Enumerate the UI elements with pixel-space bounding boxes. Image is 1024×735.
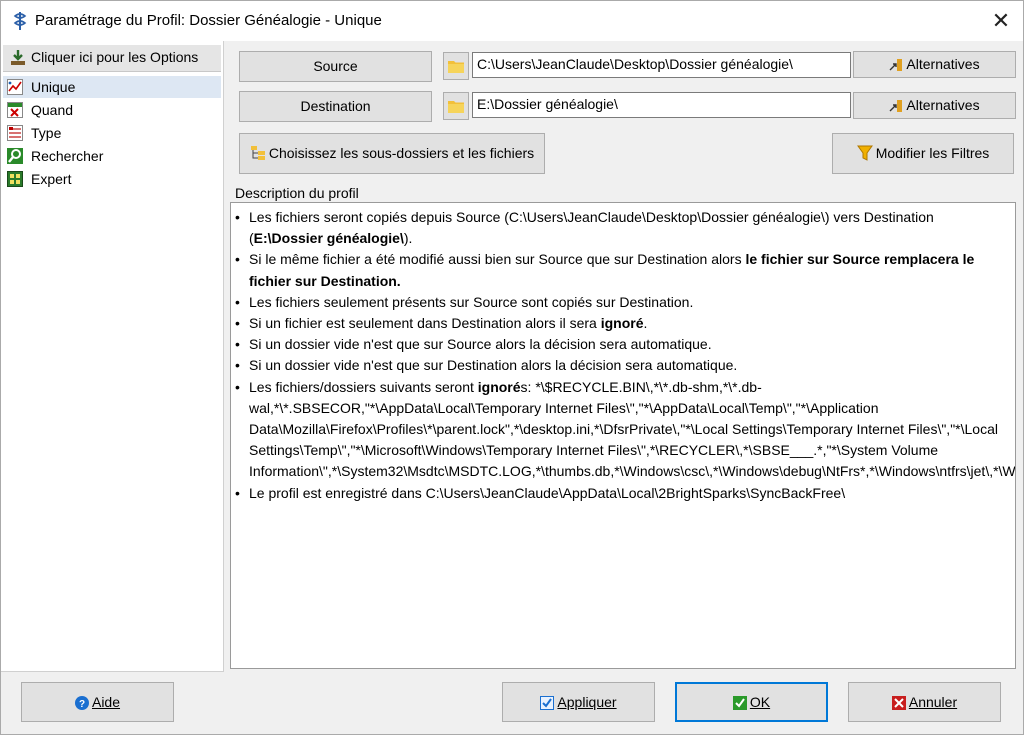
apply-button[interactable]: Appliquer — [502, 682, 655, 722]
source-path-input[interactable]: C:\Users\JeanClaude\Desktop\Dossier géné… — [472, 52, 851, 78]
sidebar-item-rechercher[interactable]: Rechercher — [3, 145, 221, 167]
sidebar-item-label: Type — [31, 125, 62, 141]
description-text: Si le même fichier a été modifié aussi b… — [249, 251, 746, 268]
download-arrow-icon — [11, 50, 25, 65]
title-bar: Paramétrage du Profil: Dossier Généalogi… — [1, 1, 1023, 41]
options-header-label: Cliquer ici pour les Options — [31, 49, 199, 65]
source-alternatives-button[interactable]: Alternatives — [853, 51, 1016, 78]
folder-icon — [448, 101, 464, 113]
description-text: ). — [403, 230, 413, 247]
ok-label: OK — [749, 694, 771, 710]
destination-browse-button[interactable] — [443, 92, 469, 120]
description-text: Si un dossier vide n'est que sur Destina… — [249, 357, 738, 374]
sidebar-item-expert[interactable]: Expert — [3, 168, 221, 190]
check-icon — [732, 696, 747, 710]
sidebar-item-unique[interactable]: Unique — [3, 76, 221, 98]
expert-icon — [7, 171, 23, 187]
syncback-app-icon — [13, 12, 27, 30]
description-text: Les fichiers/dossiers suivants seront — [249, 378, 478, 395]
svg-text:?: ? — [79, 699, 85, 710]
alternatives-icon — [889, 100, 903, 112]
folder-tree-icon — [250, 146, 265, 160]
destination-path-input[interactable]: E:\Dossier généalogie\ — [472, 92, 851, 118]
description-line: Les fichiers seront copiés depuis Source… — [231, 207, 1015, 249]
description-line: Si un dossier vide n'est que sur Source … — [231, 334, 1015, 355]
description-line: Si un dossier vide n'est que sur Destina… — [231, 355, 1015, 376]
unique-icon — [7, 79, 23, 95]
description-line: Les fichiers/dossiers suivants seront ig… — [231, 377, 1015, 483]
sidebar-item-type[interactable]: Type — [3, 122, 221, 144]
destination-alternatives-label: Alternatives — [906, 97, 980, 113]
description-bold-text: ignoré — [477, 378, 521, 395]
help-button[interactable]: ? Aide — [21, 682, 174, 722]
description-list: Les fichiers seront copiés depuis Source… — [231, 203, 1015, 504]
close-icon[interactable]: ✕ — [987, 7, 1015, 35]
destination-button-label: Destination — [300, 98, 371, 114]
ok-button[interactable]: OK — [675, 682, 828, 722]
description-line: Si le même fichier a été modifié aussi b… — [231, 249, 1015, 291]
options-sidebar: Cliquer ici pour les Options Unique Quan… — [1, 41, 224, 672]
choose-subfolders-label: Choisissez les sous-dossiers et les fich… — [268, 145, 535, 161]
help-icon: ? — [74, 696, 89, 710]
source-button-label: Source — [313, 58, 358, 74]
description-bold-text: ignoré — [600, 315, 644, 332]
description-line: Si un fichier est seulement dans Destina… — [231, 313, 1015, 334]
description-line: Le profil est enregistré dans C:\Users\J… — [231, 483, 1015, 504]
profile-description: Les fichiers seront copiés depuis Source… — [230, 202, 1016, 669]
dialog-window: Paramétrage du Profil: Dossier Généalogi… — [0, 0, 1024, 735]
sidebar-item-quand[interactable]: Quand — [3, 99, 221, 121]
description-text: Si un fichier est seulement dans Destina… — [249, 315, 601, 332]
filter-icon — [856, 145, 873, 161]
folder-icon — [448, 61, 464, 73]
source-alternatives-label: Alternatives — [906, 56, 980, 72]
sidebar-item-label: Quand — [31, 102, 74, 118]
search-icon — [7, 148, 23, 164]
apply-icon — [540, 696, 555, 710]
cancel-icon — [891, 696, 906, 710]
source-browse-button[interactable] — [443, 52, 469, 80]
source-button[interactable]: Source — [239, 51, 432, 82]
choose-subfolders-button[interactable]: Choisissez les sous-dossiers et les fich… — [239, 133, 545, 174]
description-bold-text: E:\Dossier généalogie\ — [253, 230, 404, 247]
destination-alternatives-button[interactable]: Alternatives — [853, 92, 1016, 119]
options-header[interactable]: Cliquer ici pour les Options — [3, 45, 221, 72]
sidebar-item-label: Unique — [31, 79, 76, 95]
cancel-label: Annuler — [908, 694, 958, 710]
description-text: . — [643, 315, 648, 332]
destination-button[interactable]: Destination — [239, 91, 432, 122]
window-title: Paramétrage du Profil: Dossier Généalogi… — [35, 12, 382, 29]
sidebar-item-label: Rechercher — [31, 148, 104, 164]
cancel-button[interactable]: Annuler — [848, 682, 1001, 722]
alternatives-icon — [889, 59, 903, 71]
description-line: Les fichiers seulement présents sur Sour… — [231, 292, 1015, 313]
modify-filters-label: Modifier les Filtres — [875, 145, 990, 161]
apply-label: Appliquer — [557, 694, 617, 710]
modify-filters-button[interactable]: Modifier les Filtres — [832, 133, 1014, 174]
description-text: Si un dossier vide n'est que sur Source … — [249, 336, 712, 353]
quand-icon — [7, 102, 23, 118]
type-icon — [7, 125, 23, 141]
sidebar-item-label: Expert — [31, 171, 72, 187]
help-label: Aide — [91, 694, 121, 710]
description-text: Les fichiers seulement présents sur Sour… — [249, 293, 694, 310]
description-text: Le profil est enregistré dans C:\Users\J… — [249, 484, 846, 501]
description-label: Description du profil — [235, 185, 359, 201]
